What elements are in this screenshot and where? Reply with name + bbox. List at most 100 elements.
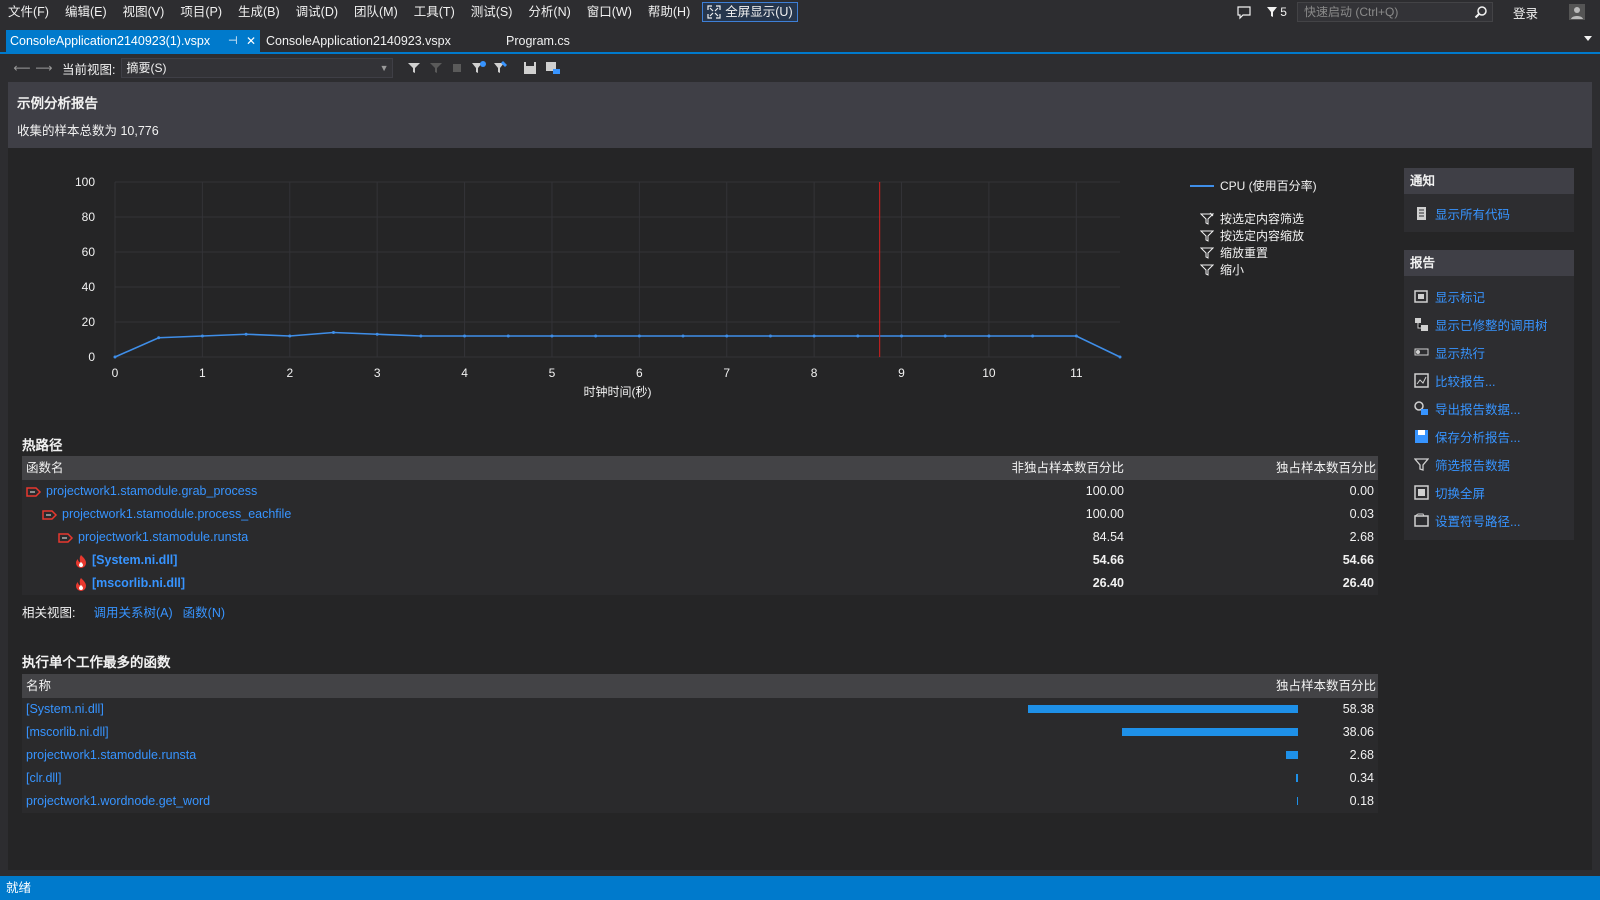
funnel-icon <box>1200 230 1214 242</box>
column-header-exclusive[interactable]: 独占样本数百分比 <box>1276 456 1376 480</box>
cpu-data-point <box>419 334 423 338</box>
function-name[interactable]: [mscorlib.ni.dll] <box>26 721 109 744</box>
report-panel-header: 报告 <box>1404 250 1574 276</box>
menu-build[interactable]: 生成(B) <box>230 0 288 24</box>
cpu-usage-chart[interactable]: 0 20 40 60 80 100 0 1 2 3 4 5 6 7 8 9 10 11 时钟时间(秒) <box>70 172 1160 412</box>
menu-project[interactable]: 项目(P) <box>172 0 230 24</box>
table-row[interactable]: projectwork1.stamodule.grab_process 100.0… <box>22 480 1378 503</box>
x-tick-label: 1 <box>199 366 206 380</box>
tab-label: Program.cs <box>506 34 570 48</box>
column-header-name[interactable]: 名称 <box>26 674 51 698</box>
fullscreen-label: 全屏显示(U) <box>725 5 793 19</box>
feedback-icon[interactable] <box>1236 4 1252 20</box>
menu-window[interactable]: 窗口(W) <box>579 0 640 24</box>
tab-program-cs[interactable]: Program.cs <box>502 30 574 52</box>
set-symbol-path-link[interactable]: 设置符号路径... <box>1404 506 1574 534</box>
column-header-function-name[interactable]: 函数名 <box>26 456 64 480</box>
tab-vspx-1[interactable]: ConsoleApplication2140923(1).vspx ⊣ ✕ <box>6 30 260 52</box>
save-icon[interactable] <box>523 61 537 75</box>
menu-team[interactable]: 团队(M) <box>346 0 406 24</box>
show-hot-lines-link[interactable]: 显示热行 <box>1404 338 1574 366</box>
filter-add-icon[interactable] <box>471 60 487 76</box>
cpu-data-point <box>725 334 729 338</box>
table-row[interactable]: [mscorlib.ni.dll] 26.40 26.40 <box>22 572 1378 595</box>
functions-link[interactable]: 函数(N) <box>183 602 225 621</box>
close-icon[interactable]: ✕ <box>246 30 256 52</box>
table-row[interactable]: [System.ni.dll] 54.66 54.66 <box>22 549 1378 572</box>
menu-debug[interactable]: 调试(D) <box>288 0 346 24</box>
filter-icon[interactable] <box>407 61 421 75</box>
fullscreen-button[interactable]: 全屏显示(U) <box>702 2 798 22</box>
column-header-exclusive[interactable]: 独占样本数百分比 <box>1276 674 1376 698</box>
account-icon[interactable] <box>1568 3 1586 21</box>
exclusive-cell: 0.03 <box>1349 507 1374 521</box>
function-name[interactable]: [System.ni.dll] <box>26 698 104 721</box>
table-row[interactable]: projectwork1.stamodule.process_eachfile 1… <box>22 503 1378 526</box>
menu-analyze[interactable]: 分析(N) <box>520 0 578 24</box>
cpu-series-line <box>114 331 1121 358</box>
call-tree-icon <box>1415 317 1428 331</box>
menu-file[interactable]: 文件(F) <box>0 0 57 24</box>
tab-vspx-2[interactable]: ConsoleApplication2140923.vspx <box>262 30 455 52</box>
function-name-cell[interactable]: [System.ni.dll] <box>74 549 177 572</box>
cpu-data-point <box>943 334 947 338</box>
filter-by-selection-link[interactable]: 按选定内容筛选 <box>1200 210 1304 227</box>
inclusive-cell: 100.00 <box>1085 507 1124 521</box>
function-name-cell[interactable]: [mscorlib.ni.dll] <box>74 572 185 595</box>
filter-report-data-link[interactable]: 筛选报告数据 <box>1404 450 1574 478</box>
table-row[interactable]: [System.ni.dll] 58.38 <box>22 698 1378 721</box>
export-report-data-link[interactable]: 导出报告数据... <box>1404 394 1574 422</box>
column-header-inclusive[interactable]: 非独占样本数百分比 <box>1011 456 1124 480</box>
pin-icon[interactable]: ⊣ <box>228 30 238 52</box>
show-marks-link[interactable]: 显示标记 <box>1404 282 1574 310</box>
forward-arrow-icon[interactable]: ⟶ <box>35 60 52 76</box>
function-name: projectwork1.stamodule.process_eachfile <box>62 507 292 521</box>
filter-edit-icon[interactable] <box>493 60 509 76</box>
quick-launch-input[interactable]: 快速启动 (Ctrl+Q) <box>1296 2 1493 22</box>
table-row[interactable]: projectwork1.wordnode.get_word 0.18 <box>22 790 1378 813</box>
menu-bar: 文件(F) 编辑(E) 视图(V) 项目(P) 生成(B) 调试(D) 团队(M… <box>0 0 1600 24</box>
hot-path-header-row: 函数名 非独占样本数百分比 独占样本数百分比 <box>22 456 1378 480</box>
table-row[interactable]: projectwork1.stamodule.runsta 84.54 2.68 <box>22 526 1378 549</box>
menu-view[interactable]: 视图(V) <box>115 0 173 24</box>
function-name[interactable]: [clr.dll] <box>26 767 61 790</box>
back-arrow-icon[interactable]: ⟵ <box>13 60 30 76</box>
x-tick-label: 6 <box>636 366 643 380</box>
report-title: 示例分析报告 <box>17 96 98 111</box>
exclusive-percent-bar <box>1296 774 1298 782</box>
compare-reports-link[interactable]: 比较报告... <box>1404 366 1574 394</box>
current-view-select[interactable]: 摘要(S) ▼ <box>121 58 394 78</box>
zoom-out-link[interactable]: 缩小 <box>1200 261 1304 278</box>
menu-help[interactable]: 帮助(H) <box>640 0 698 24</box>
export-icon[interactable] <box>545 61 561 75</box>
table-row[interactable]: [clr.dll] 0.34 <box>22 767 1378 790</box>
notification-filter[interactable]: 5 <box>1266 5 1287 19</box>
function-name[interactable]: projectwork1.wordnode.get_word <box>26 790 210 813</box>
call-tree-link[interactable]: 调用关系树(A) <box>93 602 172 621</box>
show-trimmed-call-tree-link[interactable]: 显示已修整的调用树 <box>1404 310 1574 338</box>
zoom-reset-link[interactable]: 缩放重置 <box>1200 244 1304 261</box>
table-row[interactable]: [mscorlib.ni.dll] 38.06 <box>22 721 1378 744</box>
login-link[interactable]: 登录 <box>1513 3 1538 22</box>
link-label: 显示所有代码 <box>1435 207 1511 222</box>
save-analysis-report-link[interactable]: 保存分析报告... <box>1404 422 1574 450</box>
zoom-to-selection-link[interactable]: 按选定内容缩放 <box>1200 227 1304 244</box>
top-functions-table: 名称 独占样本数百分比 [System.ni.dll] 58.38 [mscorli… <box>22 674 1378 813</box>
profiler-toolbar: ⟵ ⟶ 当前视图: 摘要(S) ▼ <box>0 56 1600 80</box>
function-name-cell[interactable]: projectwork1.stamodule.process_eachfile <box>42 503 291 526</box>
table-row[interactable]: projectwork1.stamodule.runsta 2.68 <box>22 744 1378 767</box>
hot-lines-icon <box>1414 348 1429 355</box>
menu-test[interactable]: 测试(S) <box>463 0 521 24</box>
show-all-code-link[interactable]: 显示所有代码 <box>1404 199 1574 227</box>
link-label: 保存分析报告... <box>1435 430 1521 445</box>
toggle-fullscreen-link[interactable]: 切换全屏 <box>1404 478 1574 506</box>
function-name[interactable]: projectwork1.stamodule.runsta <box>26 744 196 767</box>
function-name-cell[interactable]: projectwork1.stamodule.grab_process <box>26 480 257 503</box>
tab-overflow-icon[interactable] <box>1584 36 1592 41</box>
x-tick-label: 7 <box>723 366 730 380</box>
cpu-data-point <box>987 334 991 338</box>
exclusive-cell: 26.40 <box>1342 576 1374 590</box>
menu-edit[interactable]: 编辑(E) <box>57 0 115 24</box>
menu-tools[interactable]: 工具(T) <box>406 0 463 24</box>
function-name-cell[interactable]: projectwork1.stamodule.runsta <box>58 526 248 549</box>
